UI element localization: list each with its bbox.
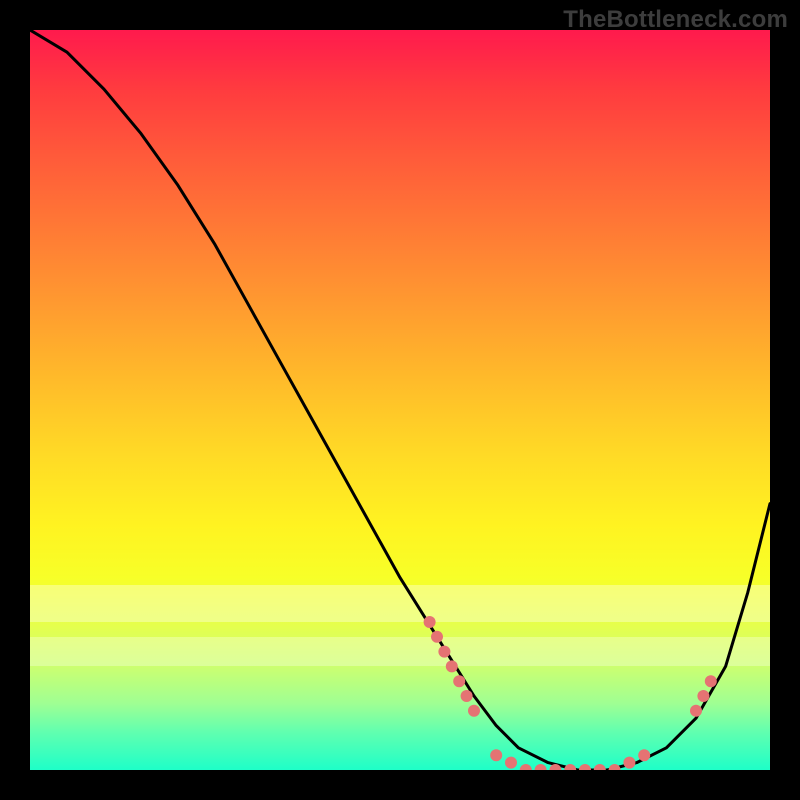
data-marker	[609, 764, 621, 770]
data-marker	[461, 690, 473, 702]
data-marker	[431, 631, 443, 643]
data-marker	[490, 749, 502, 761]
bottleneck-curve	[30, 30, 770, 770]
data-marker	[690, 705, 702, 717]
data-marker	[505, 757, 517, 769]
data-marker	[697, 690, 709, 702]
data-marker	[579, 764, 591, 770]
data-markers	[424, 616, 717, 770]
chart-svg	[30, 30, 770, 770]
data-marker	[535, 764, 547, 770]
data-marker	[520, 764, 532, 770]
data-marker	[564, 764, 576, 770]
data-marker	[468, 705, 480, 717]
data-marker	[705, 675, 717, 687]
data-marker	[594, 764, 606, 770]
data-marker	[638, 749, 650, 761]
data-marker	[623, 757, 635, 769]
data-marker	[446, 660, 458, 672]
chart-plot-area	[30, 30, 770, 770]
data-marker	[438, 646, 450, 658]
data-marker	[424, 616, 436, 628]
data-marker	[453, 675, 465, 687]
